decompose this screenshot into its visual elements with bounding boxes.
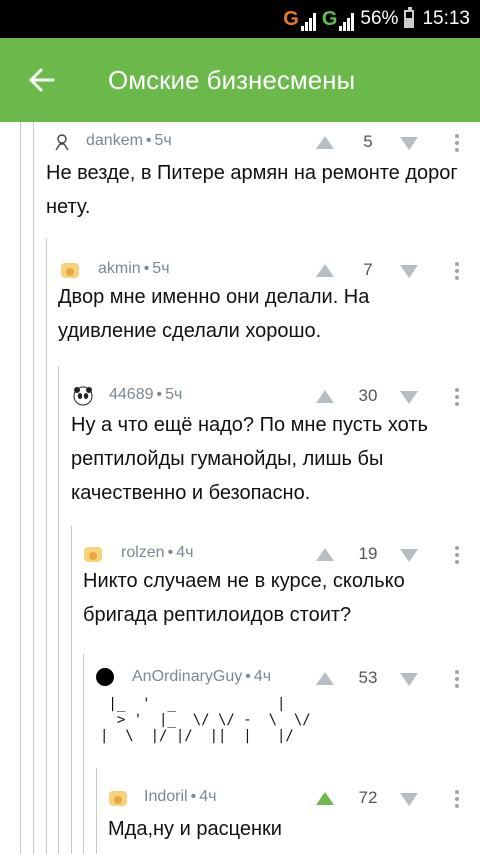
status-bar: G G 56% 15:13: [0, 0, 480, 38]
comment-header: AnOrdinaryGuy • 4ч 53: [96, 658, 480, 698]
thread-line: [33, 122, 34, 854]
comment-author-link[interactable]: Indoril • 4ч: [144, 788, 216, 806]
comment-text: Не везде, в Питере армян на ремонте доро…: [46, 162, 458, 218]
comment-rating: 7: [363, 260, 373, 279]
app-bar: Омские бизнесмены: [0, 38, 480, 122]
downvote-icon[interactable]: [398, 546, 420, 564]
author-name[interactable]: Indoril: [144, 788, 188, 805]
battery-percent: 56%: [360, 8, 399, 29]
thread-line: [96, 768, 97, 854]
more-menu-icon[interactable]: [450, 668, 464, 690]
comment: rolzen • 4ч 19 Никто случаем не в курсе, с…: [83, 534, 480, 650]
comment-rating: 30: [358, 386, 378, 405]
author-name[interactable]: rolzen: [121, 544, 165, 561]
comment: Indoril • 4ч 72 Мда,ну и расценки: [108, 778, 480, 854]
comment: 44689 • 5ч 30 Ну а что ещё надо? По мне пу…: [71, 376, 480, 522]
comment-time: 5ч: [165, 386, 183, 403]
more-menu-icon[interactable]: [450, 386, 464, 408]
drawing-avatar-icon: [55, 134, 69, 151]
upvote-icon[interactable]: [314, 388, 336, 406]
comment-text: Ну а что ещё надо? По мне пусть хоть реп…: [71, 414, 428, 504]
sim1-network-label: G: [283, 7, 299, 30]
default-avatar-icon: [84, 547, 102, 562]
thread-line: [46, 238, 47, 854]
author-name[interactable]: dankem: [86, 132, 143, 149]
downvote-icon[interactable]: [398, 388, 420, 406]
panda-avatar-icon: [73, 386, 93, 406]
comment: dankem • 5ч 5 Не везде, в Питере армян на …: [46, 122, 480, 238]
default-avatar-icon: [61, 263, 79, 278]
more-menu-icon[interactable]: [450, 132, 464, 154]
comment-author-link[interactable]: dankem • 5ч: [86, 132, 172, 150]
ascii-art-line: > ' |_ \/ \/ - \ \/: [100, 712, 311, 728]
upvote-icon[interactable]: [314, 546, 336, 564]
thread-line: [83, 654, 84, 854]
downvote-icon[interactable]: [398, 134, 420, 152]
comment-author-link[interactable]: rolzen • 4ч: [121, 544, 193, 562]
downvote-icon[interactable]: [398, 790, 420, 808]
page-title: Омские бизнесмены: [108, 64, 356, 95]
downvote-icon[interactable]: [398, 670, 420, 688]
downvote-icon[interactable]: [398, 262, 420, 280]
comment-rating: 5: [363, 132, 373, 151]
thread-line: [71, 526, 72, 854]
sim2-signal: G: [322, 8, 355, 31]
comment-rating: 19: [358, 544, 378, 563]
author-name[interactable]: akmin: [98, 260, 141, 277]
comment-time: 4ч: [199, 788, 217, 805]
upvote-icon[interactable]: [314, 262, 336, 280]
arrow-left-icon: [29, 68, 55, 92]
default-avatar-icon: [109, 791, 127, 806]
comment-author-link[interactable]: 44689 • 5ч: [109, 386, 182, 404]
thread-line: [58, 366, 59, 854]
signal-bars-icon: [339, 12, 355, 31]
comment-time: 4ч: [253, 668, 272, 685]
signal-bars-icon: [300, 12, 316, 31]
comment-text: Мда,ну и расценки: [108, 818, 282, 840]
comment-rating: 53: [358, 668, 378, 687]
ascii-art-line: | \ |/ |/ || | |/: [100, 728, 294, 744]
author-name[interactable]: 44689: [109, 386, 154, 403]
upvote-icon[interactable]: [314, 670, 336, 688]
more-menu-icon[interactable]: [450, 544, 464, 566]
clock: 15:13: [422, 8, 470, 29]
comment: akmin • 5ч 7 Двор мне именно они делали. Н…: [58, 250, 480, 366]
black-circle-avatar-icon: [96, 668, 114, 686]
comment-text: Никто случаем не в курсе, сколько бригад…: [83, 570, 405, 626]
comment-rating: 72: [358, 788, 378, 807]
comment-time: 4ч: [176, 544, 194, 561]
more-menu-icon[interactable]: [450, 788, 464, 810]
sim2-network-label: G: [321, 7, 338, 30]
upvote-icon[interactable]: [314, 134, 336, 152]
comment-time: 5ч: [154, 132, 172, 149]
author-name[interactable]: AnOrdinaryGuy: [132, 668, 242, 685]
comment-author-link[interactable]: akmin • 5ч: [98, 260, 170, 278]
back-button[interactable]: [14, 52, 70, 108]
comment-time: 5ч: [152, 260, 170, 277]
ascii-art-line: |_ ' _ |: [100, 696, 286, 712]
comment-text: Двор мне именно они делали. На удивление…: [58, 286, 370, 342]
comment-thread: dankem • 5ч 5 Не везде, в Питере армян на …: [0, 122, 480, 854]
comment: AnOrdinaryGuy • 4ч 53 |_ ' _ | > ' |_ \/ \…: [96, 658, 480, 768]
comment-author-link[interactable]: AnOrdinaryGuy • 4ч: [132, 668, 271, 686]
sim1-signal: G: [283, 8, 316, 31]
thread-line: [20, 122, 21, 854]
more-menu-icon[interactable]: [450, 260, 464, 282]
upvote-icon[interactable]: [314, 790, 336, 808]
battery-icon: [404, 7, 415, 28]
